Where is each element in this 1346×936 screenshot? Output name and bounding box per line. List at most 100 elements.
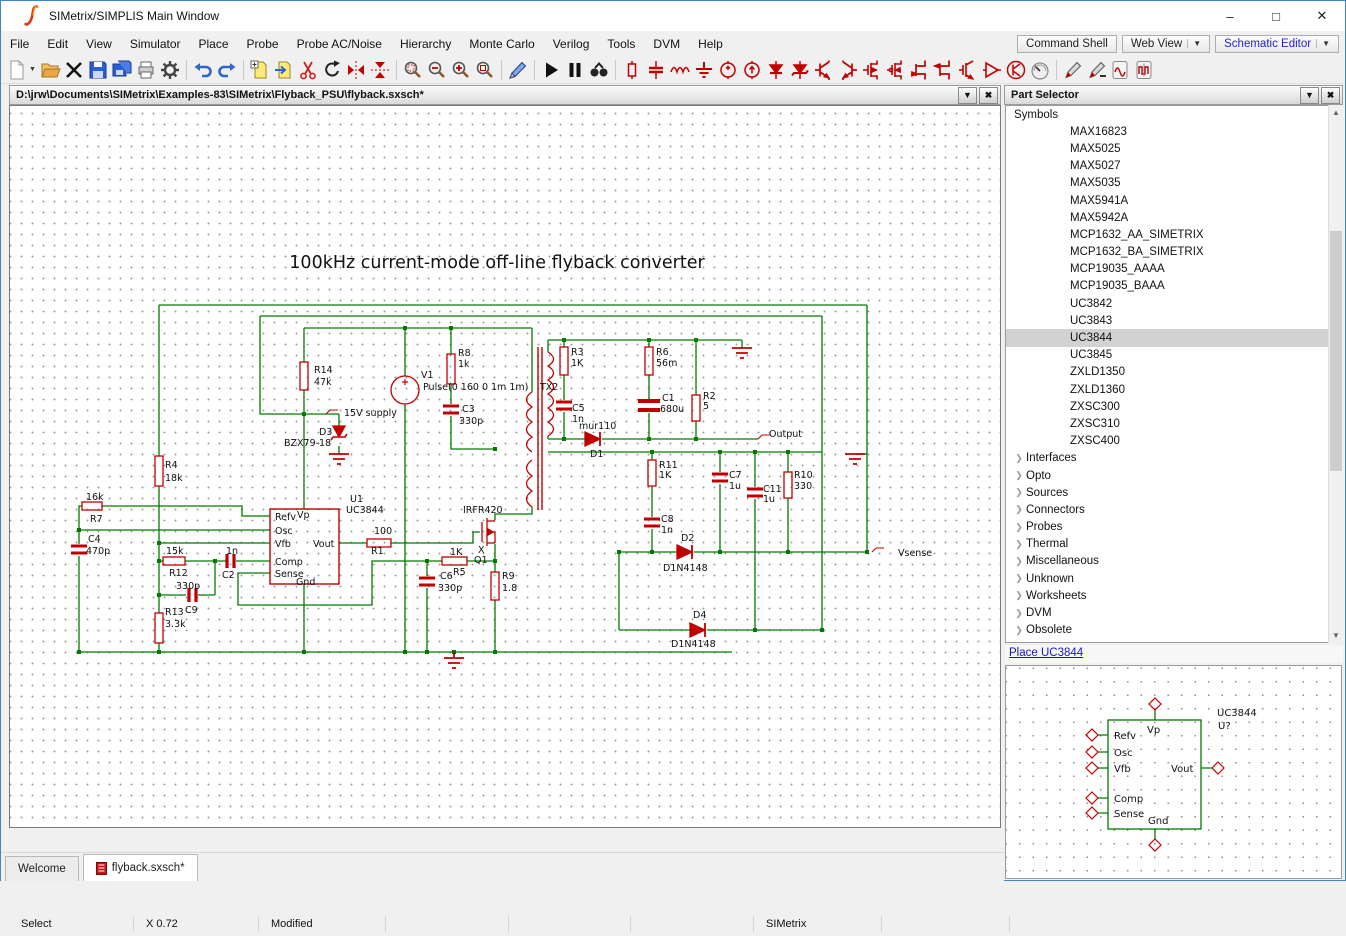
menu-verilog[interactable]: Verilog xyxy=(544,33,599,55)
tab-welcome[interactable]: Welcome xyxy=(5,856,79,881)
print-icon[interactable] xyxy=(134,58,158,82)
part-max5035[interactable]: MAX5035 xyxy=(1006,175,1342,192)
redo-icon[interactable] xyxy=(215,58,239,82)
run-simulation-icon[interactable] xyxy=(539,58,563,82)
mirror-horizontal-icon[interactable] xyxy=(368,58,392,82)
zoom-extents-icon[interactable] xyxy=(473,58,497,82)
new-schematic-icon[interactable] xyxy=(5,58,29,82)
schematic-canvas[interactable]: 100kHz current-mode off-line flyback con… xyxy=(9,105,1001,828)
part-mcp19035_aaaa[interactable]: MCP19035_AAAA xyxy=(1006,261,1342,278)
subcircuit-icon[interactable] xyxy=(1004,58,1028,82)
part-zxsc310[interactable]: ZXSC310 xyxy=(1006,415,1342,432)
category-opto[interactable]: ❯Opto xyxy=(1006,467,1342,484)
undo-icon[interactable] xyxy=(191,58,215,82)
part-zxsc400[interactable]: ZXSC400 xyxy=(1006,433,1342,450)
zoom-in-icon[interactable] xyxy=(449,58,473,82)
rotate-icon[interactable] xyxy=(320,58,344,82)
menu-help[interactable]: Help xyxy=(689,33,732,55)
category-thermal[interactable]: ❯Thermal xyxy=(1006,536,1342,553)
menu-view[interactable]: View xyxy=(77,33,121,55)
mirror-vertical-icon[interactable] xyxy=(344,58,368,82)
part-uc3845[interactable]: UC3845 xyxy=(1006,347,1342,364)
part-selector-header[interactable]: Part Selector ▼ ✖ xyxy=(1004,85,1343,105)
command-shell-button[interactable]: Command Shell xyxy=(1017,35,1117,53)
resistor-icon[interactable] xyxy=(620,58,644,82)
part-max5942a[interactable]: MAX5942A xyxy=(1006,209,1342,226)
part-symbols[interactable]: Symbols xyxy=(1006,106,1342,123)
category-sources[interactable]: ❯Sources xyxy=(1006,484,1342,501)
new-schematic-dropdown-icon[interactable]: ▼ xyxy=(29,58,38,82)
inductor-icon[interactable] xyxy=(668,58,692,82)
menu-hierarchy[interactable]: Hierarchy xyxy=(391,33,460,55)
part-max5941a[interactable]: MAX5941A xyxy=(1006,192,1342,209)
part-selector-dropdown-button[interactable]: ▼ xyxy=(1300,87,1319,104)
schematic-editor-button[interactable]: Schematic Editor ▼ xyxy=(1215,35,1339,53)
document-close-button[interactable]: ✖ xyxy=(979,87,998,104)
minimize-button[interactable]: – xyxy=(1207,1,1253,31)
menu-file[interactable]: File xyxy=(1,33,38,55)
part-selector-scrollbar[interactable]: ▲ ▼ xyxy=(1328,105,1343,643)
igbt-transistor-icon[interactable] xyxy=(956,58,980,82)
fixed-voltage-probe-icon[interactable] xyxy=(1109,58,1133,82)
close-button[interactable]: ✕ xyxy=(1299,1,1345,31)
ground-icon[interactable] xyxy=(692,58,716,82)
cut-icon[interactable] xyxy=(296,58,320,82)
part-uc3843[interactable]: UC3843 xyxy=(1006,312,1342,329)
scroll-down-icon[interactable]: ▼ xyxy=(1329,628,1343,643)
probe-meter-icon[interactable] xyxy=(1028,58,1052,82)
part-max16823[interactable]: MAX16823 xyxy=(1006,123,1342,140)
menu-probe-ac-noise[interactable]: Probe AC/Noise xyxy=(288,33,391,55)
zener-diode-icon[interactable] xyxy=(788,58,812,82)
pause-simulation-icon[interactable] xyxy=(563,58,587,82)
menu-place[interactable]: Place xyxy=(190,33,238,55)
part-mcp19035_baaa[interactable]: MCP19035_BAAA xyxy=(1006,278,1342,295)
save-icon[interactable] xyxy=(86,58,110,82)
zoom-area-icon[interactable] xyxy=(401,58,425,82)
menu-probe[interactable]: Probe xyxy=(238,33,288,55)
category-unknown[interactable]: ❯Unknown xyxy=(1006,570,1342,587)
buffer-gate-icon[interactable] xyxy=(980,58,1004,82)
category-miscellaneous[interactable]: ❯Miscellaneous xyxy=(1006,553,1342,570)
zoom-out-icon[interactable] xyxy=(425,58,449,82)
category-probes[interactable]: ❯Probes xyxy=(1006,519,1342,536)
category-worksheets[interactable]: ❯Worksheets xyxy=(1006,587,1342,604)
menu-tools[interactable]: Tools xyxy=(598,33,644,55)
part-zxld1360[interactable]: ZXLD1360 xyxy=(1006,381,1342,398)
part-mcp1632_aa_simetrix[interactable]: MCP1632_AA_SIMETRIX xyxy=(1006,226,1342,243)
njfet-transistor-icon[interactable] xyxy=(908,58,932,82)
part-max5027[interactable]: MAX5027 xyxy=(1006,158,1342,175)
part-mcp1632_ba_simetrix[interactable]: MCP1632_BA_SIMETRIX xyxy=(1006,244,1342,261)
voltage-source-icon[interactable] xyxy=(716,58,740,82)
scroll-up-icon[interactable]: ▲ xyxy=(1329,105,1343,120)
wire-pencil-icon[interactable] xyxy=(506,58,530,82)
tab-flyback-schematic[interactable]: flyback.sxsch* xyxy=(83,854,198,881)
part-max5025[interactable]: MAX5025 xyxy=(1006,140,1342,157)
category-interfaces[interactable]: ❯Interfaces xyxy=(1006,450,1342,467)
part-uc3842[interactable]: UC3842 xyxy=(1006,295,1342,312)
part-uc3844[interactable]: UC3844 xyxy=(1006,329,1342,346)
menu-dvm[interactable]: DVM xyxy=(644,33,689,55)
open-file-icon[interactable] xyxy=(38,58,62,82)
settings-gear-icon[interactable] xyxy=(158,58,182,82)
npn-transistor-icon[interactable] xyxy=(812,58,836,82)
category-dvm[interactable]: ❯DVM xyxy=(1006,604,1342,621)
close-file-icon[interactable] xyxy=(62,58,86,82)
pnp-transistor-icon[interactable] xyxy=(836,58,860,82)
save-all-icon[interactable] xyxy=(110,58,134,82)
diode-icon[interactable] xyxy=(764,58,788,82)
capacitor-icon[interactable] xyxy=(644,58,668,82)
pmos-transistor-icon[interactable] xyxy=(884,58,908,82)
category-connectors[interactable]: ❯Connectors xyxy=(1006,501,1342,518)
menu-monte-carlo[interactable]: Monte Carlo xyxy=(460,33,543,55)
part-zxsc300[interactable]: ZXSC300 xyxy=(1006,398,1342,415)
web-view-button[interactable]: Web View ▼ xyxy=(1122,35,1210,53)
part-selector-close-button[interactable]: ✖ xyxy=(1321,87,1340,104)
category-obsolete[interactable]: ❯Obsolete xyxy=(1006,622,1342,639)
fixed-current-probe-icon[interactable] xyxy=(1133,58,1157,82)
current-source-icon[interactable] xyxy=(740,58,764,82)
maximize-button[interactable]: □ xyxy=(1253,1,1299,31)
place-uc3844-link[interactable]: Place UC3844 xyxy=(1009,647,1083,659)
menu-edit[interactable]: Edit xyxy=(38,33,77,55)
document-dropdown-button[interactable]: ▼ xyxy=(958,87,977,104)
differential-probe-icon[interactable] xyxy=(1085,58,1109,82)
